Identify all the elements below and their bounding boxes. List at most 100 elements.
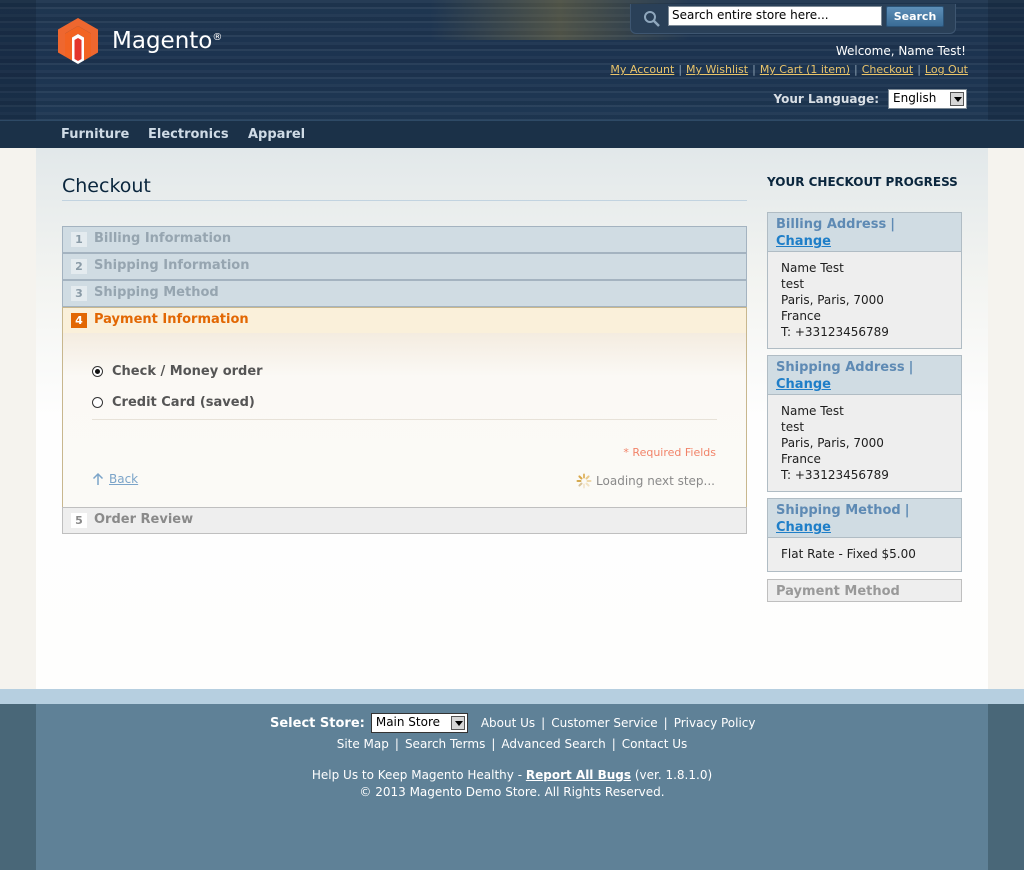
step-billing-information[interactable]: 1 Billing Information <box>62 226 747 253</box>
change-method-link[interactable]: Change <box>776 520 831 535</box>
footer-copyright: © 2013 Magento Demo Store. All Rights Re… <box>359 785 665 799</box>
back-control[interactable]: Back <box>92 472 138 486</box>
step-number: 1 <box>71 232 87 247</box>
footer-link-search-terms[interactable]: Search Terms <box>405 737 485 751</box>
welcome-message: Welcome, Name Test! <box>835 44 966 58</box>
step-shipping-information[interactable]: 2 Shipping Information <box>62 253 747 280</box>
footer-link-customer-service[interactable]: Customer Service <box>551 716 657 730</box>
shipping-name: Name Test <box>781 404 844 418</box>
page-title: Checkout <box>62 175 151 197</box>
step-number: 2 <box>71 259 87 274</box>
chevron-down-icon <box>450 716 465 730</box>
my-account-link[interactable]: My Account <box>610 63 674 76</box>
language-value: English <box>893 91 937 105</box>
magento-logo-icon <box>58 18 98 64</box>
search-input[interactable]: Search entire store here... <box>668 6 882 26</box>
change-shipping-link[interactable]: Change <box>776 377 831 392</box>
help-version: (ver. 1.8.1.0) <box>631 768 713 782</box>
chevron-down-icon <box>950 92 964 106</box>
header-right-band <box>988 0 1024 120</box>
progress-method-title: Shipping Method <box>776 503 901 518</box>
progress-payment-header: Payment Method <box>767 579 962 602</box>
footer-row-store: Select Store: Main Store About Us | Custo… <box>270 713 756 733</box>
language-label: Your Language: <box>773 92 879 106</box>
nav-item-furniture[interactable]: Furniture <box>61 127 129 142</box>
footer-link-contact-us[interactable]: Contact Us <box>622 737 688 751</box>
step-label: Shipping Information <box>94 258 250 273</box>
billing-company: test <box>781 277 805 291</box>
nav-item-electronics[interactable]: Electronics <box>148 127 229 142</box>
progress-method-header: Shipping Method | Change <box>767 498 962 538</box>
main-navigation: Furniture Electronics Apparel <box>0 120 1024 148</box>
help-prefix: Help Us to Keep Magento Healthy - <box>311 768 526 782</box>
billing-country: France <box>781 309 821 323</box>
separator: | <box>890 217 895 232</box>
payment-option-label[interactable]: Check / Money order <box>112 364 263 379</box>
nav-item-apparel[interactable]: Apparel <box>248 127 305 142</box>
footer-link-advanced-search[interactable]: Advanced Search <box>501 737 605 751</box>
checkout-progress-title: YOUR CHECKOUT PROGRESS <box>767 175 958 189</box>
search-icon <box>644 11 660 27</box>
progress-billing-body: Name Test test Paris, Paris, 7000 France… <box>767 252 962 349</box>
up-arrow-icon <box>92 472 104 485</box>
back-link[interactable]: Back <box>109 472 138 486</box>
step-label: Order Review <box>94 512 194 527</box>
progress-payment-title: Payment Method <box>776 584 900 599</box>
payment-option-credit-card[interactable]: Credit Card (saved) <box>92 395 255 410</box>
step-order-review[interactable]: 5 Order Review <box>62 507 747 534</box>
title-divider <box>62 200 747 201</box>
store-select-label: Select Store: <box>270 715 365 731</box>
search-button[interactable]: Search <box>886 6 944 27</box>
language-select[interactable]: English <box>888 89 967 109</box>
logo-text: Magento <box>112 28 213 54</box>
report-bugs-link[interactable]: Report All Bugs <box>526 768 631 782</box>
footer-link-site-map[interactable]: Site Map <box>337 737 389 751</box>
footer-link-about-us[interactable]: About Us <box>481 716 535 730</box>
billing-phone: T: +33123456789 <box>781 325 889 339</box>
log-out-link[interactable]: Log Out <box>925 63 968 76</box>
logo-registered: ® <box>212 32 223 43</box>
my-wishlist-link[interactable]: My Wishlist <box>686 63 748 76</box>
store-select[interactable]: Main Store <box>370 713 468 733</box>
payment-option-checkmo[interactable]: Check / Money order <box>92 364 263 379</box>
my-cart-link[interactable]: My Cart (1 item) <box>760 63 850 76</box>
footer-row-links: Site Map | Search Terms | Advanced Search | Co… <box>336 737 688 751</box>
radio-button[interactable] <box>92 397 103 408</box>
footer-top-band <box>0 689 1024 704</box>
search-form: Search entire store here... Search <box>630 4 956 34</box>
step-number: 4 <box>71 313 87 328</box>
progress-shipping-header: Shipping Address | Change <box>767 355 962 395</box>
progress-shipping-title: Shipping Address <box>776 360 905 375</box>
checkout-link[interactable]: Checkout <box>862 63 913 76</box>
step-label: Payment Information <box>94 312 249 327</box>
payment-divider <box>92 419 717 420</box>
step-label: Shipping Method <box>94 285 219 300</box>
step-payment-information[interactable]: 4 Payment Information <box>62 307 747 334</box>
separator: | <box>904 503 910 518</box>
shipping-company: test <box>781 420 805 434</box>
shipping-country: France <box>781 452 821 466</box>
store-select-value: Main Store <box>375 715 441 729</box>
step-shipping-method[interactable]: 3 Shipping Method <box>62 280 747 307</box>
store-logo[interactable]: Magento® <box>58 18 222 64</box>
billing-name: Name Test <box>781 261 844 275</box>
loading-indicator: Loading next step... <box>576 473 715 489</box>
shipping-method-value: Flat Rate - Fixed $5.00 <box>781 547 916 561</box>
step-number: 5 <box>71 513 87 528</box>
required-fields-note: * Required Fields <box>623 446 716 459</box>
separator: | <box>908 360 914 375</box>
radio-button-checked[interactable] <box>92 366 103 377</box>
progress-billing-title: Billing Address <box>776 217 887 232</box>
step-number: 3 <box>71 286 87 301</box>
billing-city: Paris, Paris, 7000 <box>781 293 884 307</box>
footer-link-privacy-policy[interactable]: Privacy Policy <box>674 716 756 730</box>
progress-method-body: Flat Rate - Fixed $5.00 <box>767 538 962 572</box>
change-billing-link[interactable]: Change <box>776 234 831 249</box>
shipping-city: Paris, Paris, 7000 <box>781 436 884 450</box>
progress-billing-header: Billing Address | Change <box>767 212 962 252</box>
header-left-band <box>0 0 36 120</box>
footer-help: Help Us to Keep Magento Healthy - Report… <box>0 768 1024 782</box>
step-label: Billing Information <box>94 231 232 246</box>
payment-option-label[interactable]: Credit Card (saved) <box>112 395 255 410</box>
language-switcher: Your Language: English <box>773 89 967 109</box>
